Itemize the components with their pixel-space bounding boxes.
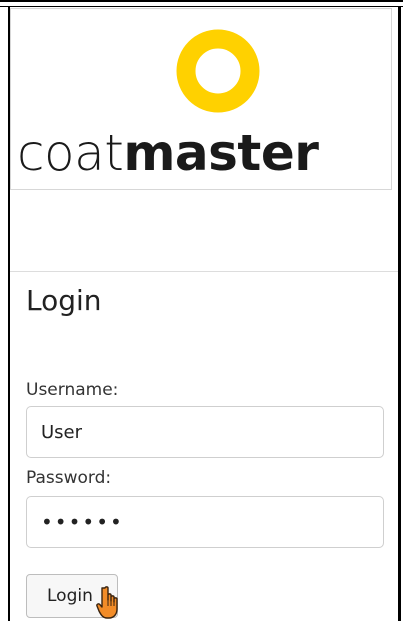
brand-wordmark: coatmaster: [17, 121, 389, 185]
username-field[interactable]: [26, 406, 384, 458]
coatmaster-ring-logo-icon: [176, 29, 260, 113]
window-top-border: [0, 0, 403, 7]
username-label: Username:: [26, 380, 119, 400]
password-field[interactable]: [26, 496, 384, 548]
password-label: Password:: [26, 468, 112, 488]
brand-wordmark-light: coat: [17, 124, 124, 182]
brand-logo: coatmaster: [10, 8, 392, 190]
window-right-border: [398, 7, 401, 621]
header-divider: [10, 271, 398, 272]
hand-pointer-icon: [96, 586, 118, 619]
page-title: Login: [26, 284, 102, 317]
brand-wordmark-bold: master: [123, 124, 319, 182]
